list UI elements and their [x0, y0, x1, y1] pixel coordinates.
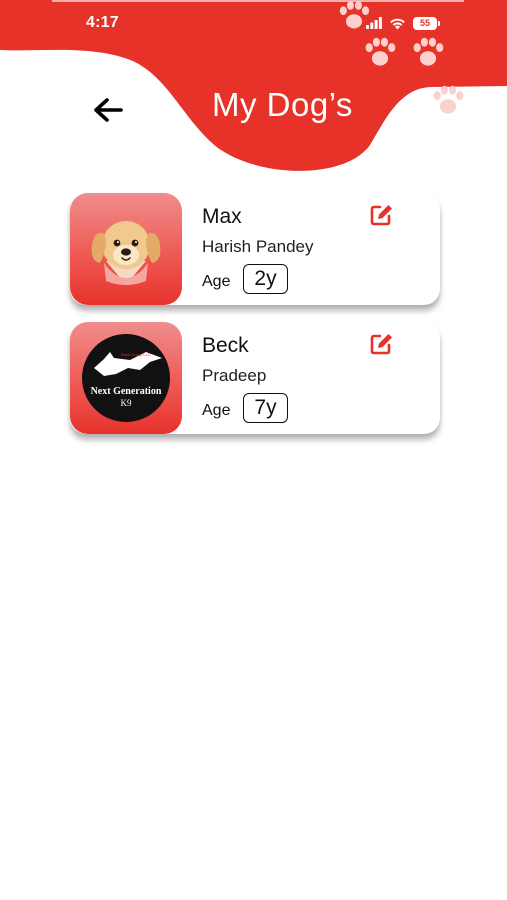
- page-title: My Dog’s: [212, 86, 353, 123]
- dog-avatar: [70, 193, 182, 305]
- owner-name: Pradeep: [202, 366, 267, 385]
- owner-name: Harish Pandey: [202, 237, 314, 256]
- logo-top-text: Pack Group LLC: [121, 352, 151, 357]
- wifi-icon: [390, 18, 405, 29]
- dog-name: Beck: [202, 334, 249, 357]
- age-label: Age: [202, 273, 231, 290]
- dog-name: Max: [202, 205, 242, 228]
- edit-icon[interactable]: [368, 202, 394, 228]
- age-value: 7y: [243, 393, 288, 423]
- back-button[interactable]: [88, 90, 128, 130]
- paw-print-icon: [413, 37, 444, 66]
- edit-icon[interactable]: [368, 331, 394, 357]
- dog-card-max[interactable]: Max Harish Pandey Age 2y: [70, 193, 440, 305]
- logo-main-text: Next Generation: [91, 386, 162, 397]
- logo-sub-text: K9: [121, 398, 132, 408]
- cartoon-dog-avatar: [91, 221, 161, 285]
- battery-icon: 55: [413, 16, 440, 30]
- paw-print-icon: [433, 85, 464, 114]
- paw-print-icon: [339, 0, 370, 29]
- status-time: 4:17: [86, 14, 119, 31]
- next-generation-k9-logo: Pack Group LLC Next Generation K9: [82, 334, 170, 422]
- dog-avatar: Pack Group LLC Next Generation K9: [70, 322, 182, 434]
- arrow-left-icon: [94, 98, 123, 122]
- age-label: Age: [202, 402, 231, 419]
- dog-card-beck[interactable]: Pack Group LLC Next Generation K9 Beck P…: [70, 322, 440, 434]
- dog-list: Max Harish Pandey Age 2y Pack Group LLC …: [70, 193, 440, 451]
- paw-print-icon: [365, 37, 396, 66]
- age-value: 2y: [243, 264, 288, 294]
- status-icons: 55: [366, 15, 440, 31]
